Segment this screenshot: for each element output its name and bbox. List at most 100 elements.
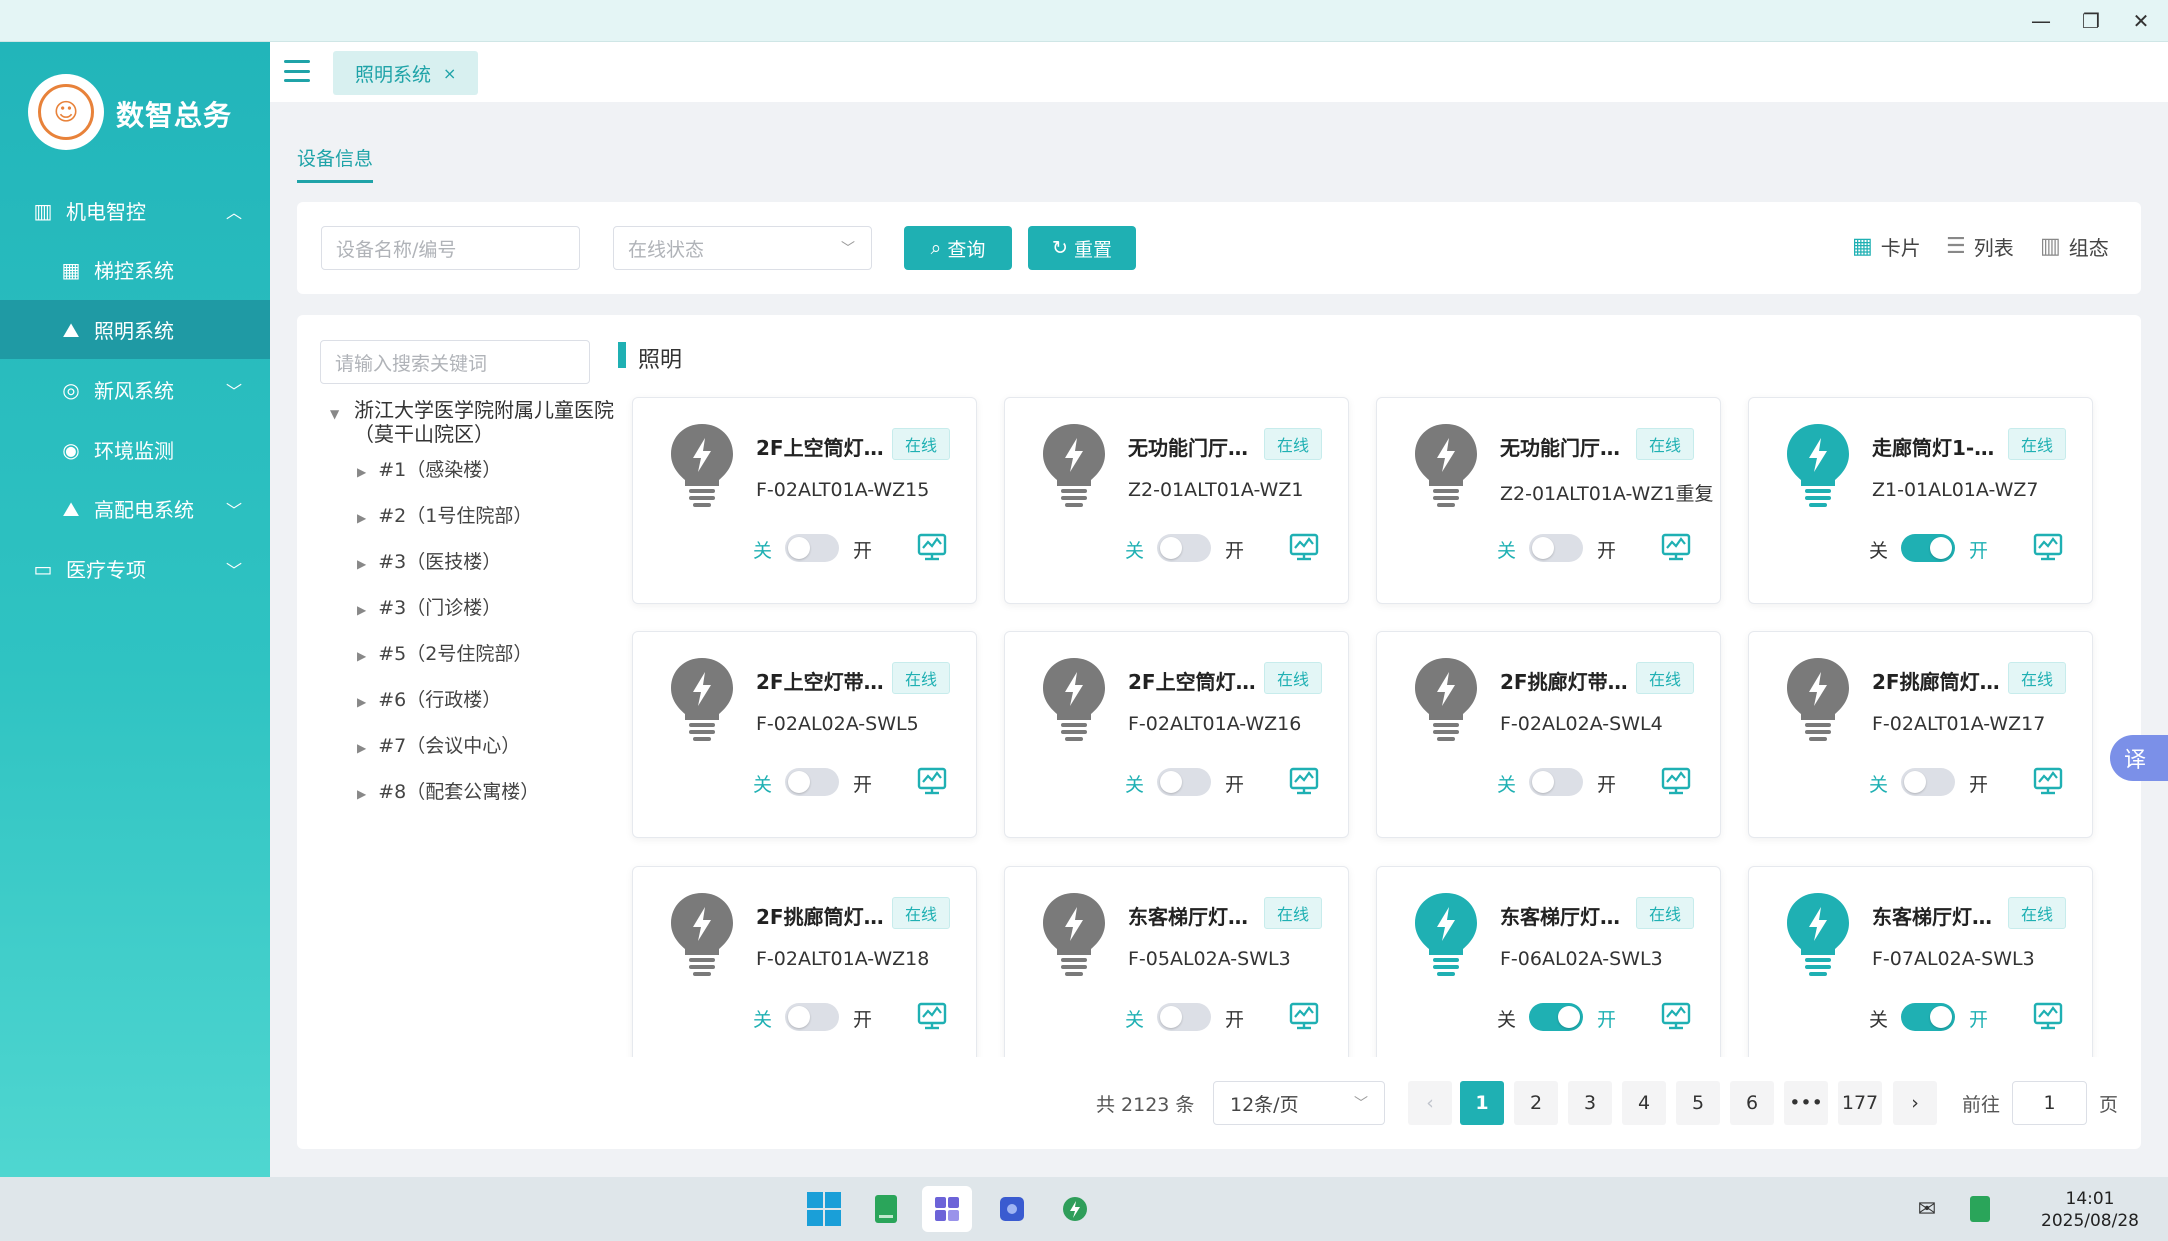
power-toggle[interactable] <box>785 534 839 562</box>
tree-node[interactable]: ▶ #1（感染楼） <box>357 455 501 482</box>
status-badge: 在线 <box>1264 897 1323 929</box>
page-button[interactable]: 4 <box>1622 1081 1666 1125</box>
tree-node[interactable]: ▶ #2（1号住院部） <box>357 501 532 528</box>
tree-node[interactable]: ▶ #6（行政楼） <box>357 685 501 712</box>
sidebar-item-4[interactable]: ◉ 环境监测 <box>0 420 270 479</box>
monitor-chart-icon[interactable] <box>1661 766 1691 796</box>
caret-down-icon: ▼ <box>330 407 340 421</box>
device-card[interactable]: 2F挑廊灯带-S...在线 F-02AL02A-SWL4 关 开 <box>1376 631 1721 838</box>
translate-button[interactable]: 译 <box>2110 735 2168 781</box>
online-status-select[interactable]: 在线状态 ﹀ <box>613 226 872 270</box>
sidebar-item-3[interactable]: ◎ 新风系统 ﹀ <box>0 360 270 419</box>
taskbar-clock[interactable]: 14:01 2025/08/28 <box>2030 1188 2150 1232</box>
next-page-button[interactable]: › <box>1893 1081 1937 1125</box>
power-toggle[interactable] <box>1901 768 1955 796</box>
page-button[interactable]: 177 <box>1838 1081 1882 1125</box>
sidebar-item-6[interactable]: ▭ 医疗专项 ﹀ <box>0 539 270 598</box>
monitor-chart-icon[interactable] <box>1289 532 1319 562</box>
page-size-select[interactable]: 12条/页 ﹀ <box>1213 1081 1385 1125</box>
monitor-chart-icon[interactable] <box>2033 766 2063 796</box>
device-card[interactable]: 东客梯厅灯带... 在线 F-05AL02A-SWL3 关 开 <box>1004 866 1349 1057</box>
switch-off-label: 关 <box>1125 774 1145 796</box>
monitor-chart-icon[interactable] <box>917 766 947 796</box>
device-card[interactable]: 东客梯厅灯带... 在线 F-06AL02A-SWL3 关 开 <box>1376 866 1721 1057</box>
sidebar-item-5[interactable]: ⛰ 高配电系统 ﹀ <box>0 479 270 538</box>
power-toggle[interactable] <box>1157 1003 1211 1031</box>
menu-toggle-icon[interactable] <box>284 60 310 82</box>
monitor-chart-icon[interactable] <box>917 532 947 562</box>
view-config-button[interactable]: ▥ 组态 <box>2040 232 2109 261</box>
page-button[interactable]: 5 <box>1676 1081 1720 1125</box>
power-toggle[interactable] <box>785 768 839 796</box>
page-button[interactable]: 2 <box>1514 1081 1558 1125</box>
tab-label: 照明系统 <box>355 63 432 86</box>
device-card[interactable]: 东客梯厅灯带... 在线 F-07AL02A-SWL3 关 开 <box>1748 866 2093 1057</box>
view-list-button[interactable]: ☰ 列表 <box>1946 232 2014 261</box>
device-card[interactable]: 无功能门厅条... 在线 Z2-01ALT01A-WZ1 关 开 <box>1004 397 1349 604</box>
page-button[interactable]: 1 <box>1460 1081 1504 1125</box>
tab-close-icon[interactable]: × <box>443 64 456 83</box>
app-grid-icon[interactable] <box>922 1186 972 1232</box>
power-toggle[interactable] <box>1901 1003 1955 1031</box>
prev-page-button[interactable]: ‹ <box>1408 1081 1452 1125</box>
device-name: 2F上空筒灯1-... <box>756 436 891 460</box>
brand-title: 数智总务 <box>116 99 233 132</box>
page-button[interactable]: 6 <box>1730 1081 1774 1125</box>
close-window-button[interactable]: ✕ <box>2116 0 2166 42</box>
status-badge: 在线 <box>1636 428 1695 460</box>
device-card[interactable]: 2F上空灯带-S...在线 F-02AL02A-SWL5 关 开 <box>632 631 977 838</box>
query-button[interactable]: ⌕ 查询 <box>904 226 1012 270</box>
power-toggle[interactable] <box>1901 534 1955 562</box>
tree-search-input[interactable]: 请输入搜索关键词 <box>320 340 590 384</box>
device-card[interactable]: 2F挑廊筒灯2-...在线 F-02ALT01A-WZ18 关 开 <box>632 866 977 1057</box>
power-toggle[interactable] <box>785 1003 839 1031</box>
monitor-chart-icon[interactable] <box>1289 766 1319 796</box>
device-card[interactable]: 2F上空筒灯1-...在线 F-02ALT01A-WZ15 关 开 <box>632 397 977 604</box>
monitor-chart-icon[interactable] <box>2033 532 2063 562</box>
tab-device-info[interactable]: 设备信息 <box>297 144 373 171</box>
tree-node[interactable]: ▶ #8（配套公寓楼） <box>357 777 539 804</box>
reset-button[interactable]: ↻ 重置 <box>1028 226 1136 270</box>
page-button[interactable]: 3 <box>1568 1081 1612 1125</box>
power-toggle[interactable] <box>1157 768 1211 796</box>
sidebar-item-0[interactable]: ▥ 机电智控 ︿ <box>0 181 270 240</box>
tree-node[interactable]: ▶ #7（会议中心） <box>357 731 520 758</box>
view-card-button[interactable]: ▦ 卡片 <box>1852 232 1921 261</box>
restore-button[interactable]: ❐ <box>2066 0 2116 42</box>
tree-node[interactable]: ▶ #3（门诊楼） <box>357 593 501 620</box>
minimize-button[interactable]: — <box>2016 0 2066 42</box>
switch-off-label: 关 <box>753 540 773 562</box>
power-toggle[interactable] <box>1157 534 1211 562</box>
device-card[interactable]: 2F挑廊筒灯1-...在线 F-02ALT01A-WZ17 关 开 <box>1748 631 2093 838</box>
sidebar-item-2[interactable]: ⛰ 照明系统 <box>0 300 270 359</box>
logo-smile-icon: ☺ <box>38 84 94 140</box>
device-name-input[interactable]: 设备名称/编号 <box>321 226 580 270</box>
notes-app-icon[interactable] <box>861 1186 911 1232</box>
power-toggle[interactable] <box>1529 534 1583 562</box>
sidebar-item-1[interactable]: ▦ 梯控系统 <box>0 240 270 299</box>
tree-node[interactable]: ▶ #5（2号住院部） <box>357 639 532 666</box>
power-toggle[interactable] <box>1529 1003 1583 1031</box>
notes-tray-icon[interactable] <box>1955 1186 2005 1232</box>
power-toggle[interactable] <box>1529 768 1583 796</box>
device-card[interactable]: 无功能门厅条... 在线 Z2-01ALT01A-WZ1重复关 开 <box>1376 397 1721 604</box>
tab-lighting-system[interactable]: 照明系统 × <box>333 51 479 95</box>
mail-icon[interactable]: ✉ <box>1902 1186 1952 1232</box>
view-list-label: 列表 <box>1973 236 2014 260</box>
caret-right-icon: ▶ <box>357 557 367 571</box>
goto-page-input[interactable]: 1 <box>2012 1081 2087 1125</box>
remote-desktop-icon[interactable] <box>987 1186 1037 1232</box>
monitor-chart-icon[interactable] <box>917 1001 947 1031</box>
device-card[interactable]: 走廊筒灯1-W... 在线 Z1-01AL01A-WZ7 关 开 <box>1748 397 2093 604</box>
caret-right-icon: ▶ <box>357 649 367 663</box>
monitor-chart-icon[interactable] <box>1661 1001 1691 1031</box>
energy-app-icon[interactable] <box>1050 1186 1100 1232</box>
monitor-chart-icon[interactable] <box>1661 532 1691 562</box>
more-pages-button[interactable]: ••• <box>1784 1081 1828 1125</box>
device-card[interactable]: 2F上空筒灯2-...在线 F-02ALT01A-WZ16 关 开 <box>1004 631 1349 838</box>
monitor-chart-icon[interactable] <box>2033 1001 2063 1031</box>
tree-node[interactable]: ▶ #3（医技楼） <box>357 547 501 574</box>
monitor-chart-icon[interactable] <box>1289 1001 1319 1031</box>
status-badge: 在线 <box>2008 897 2067 929</box>
start-menu-icon[interactable] <box>799 1186 849 1232</box>
